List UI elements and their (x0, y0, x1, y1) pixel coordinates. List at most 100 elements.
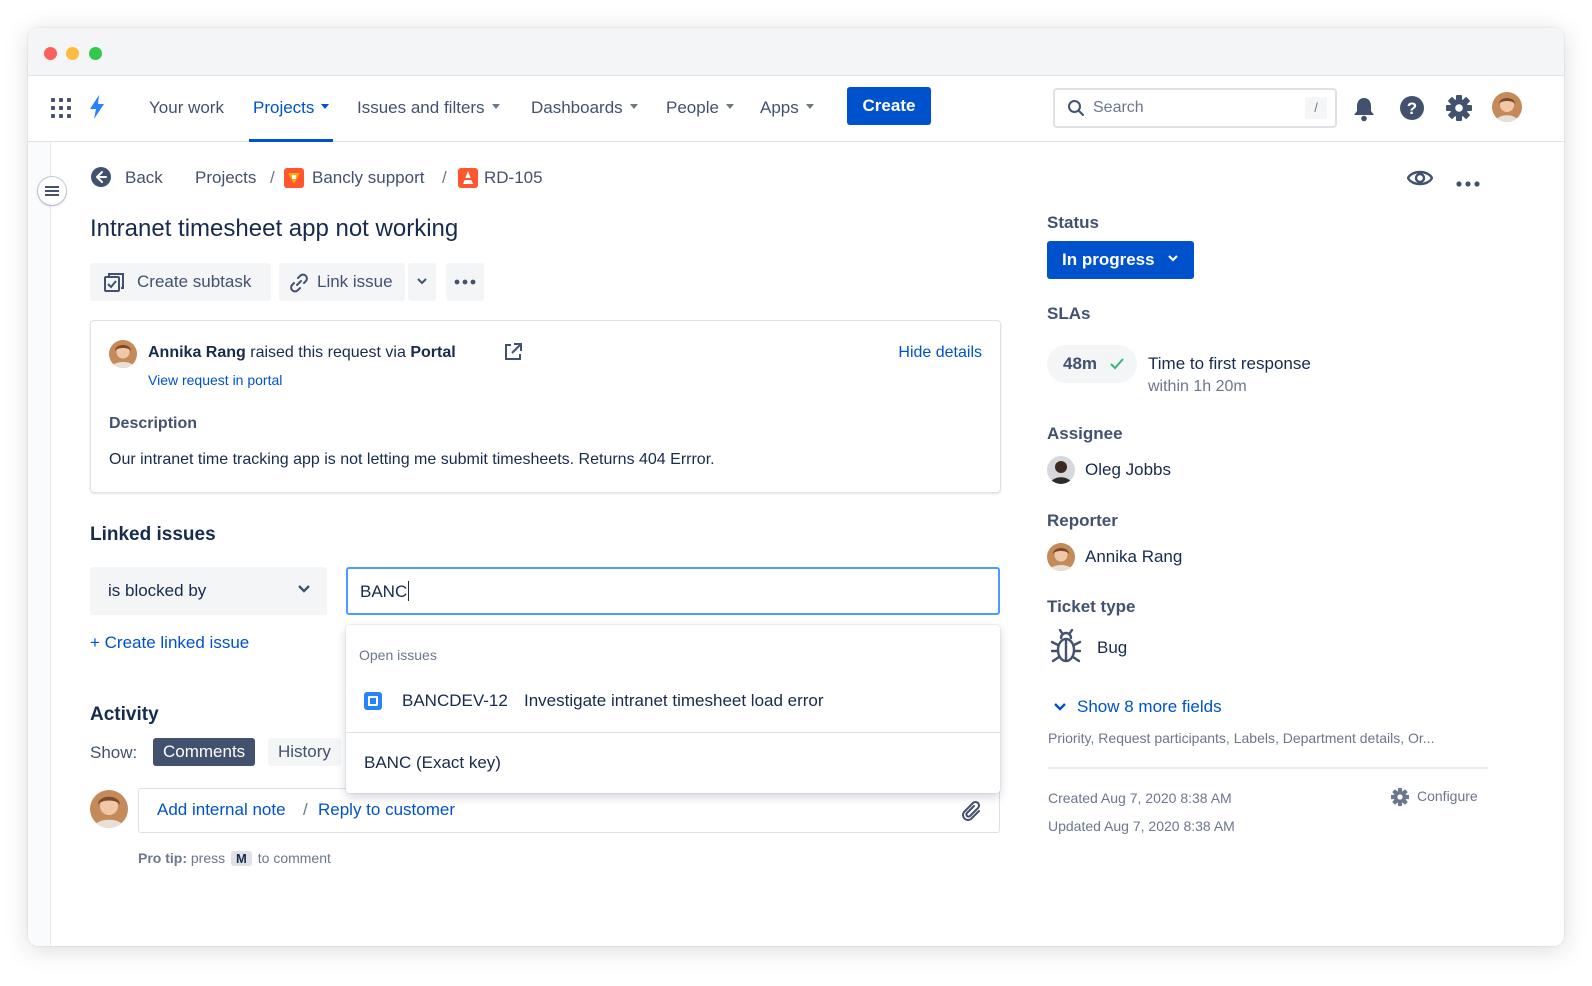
pro-tip: Pro tip: press M to comment (138, 850, 331, 866)
pro-tip-prefix: Pro tip: (138, 850, 187, 866)
comment-separator: / (303, 800, 308, 819)
reply-to-customer-link[interactable]: Reply to customer (318, 800, 455, 820)
requester-avatar (109, 340, 137, 368)
created-date: Created Aug 7, 2020 8:38 AM (1048, 790, 1232, 806)
chevron-down-icon (725, 104, 734, 110)
linked-issue-query: BANC (360, 582, 408, 601)
bell-icon[interactable] (1352, 96, 1376, 127)
linked-issue-suggestions: Open issues BANCDEV-12 Investigate intra… (346, 625, 1000, 793)
create-linked-issue-link[interactable]: + Create linked issue (90, 633, 249, 653)
link-type-value: is blocked by (108, 581, 207, 600)
task-icon (364, 692, 382, 710)
search-icon (1068, 100, 1084, 116)
nav-apps[interactable]: Apps (760, 76, 814, 142)
show-more-fields-link[interactable]: Show 8 more fields (1053, 697, 1222, 717)
updated-date: Updated Aug 7, 2020 8:38 AM (1048, 818, 1235, 834)
nav-dashboards[interactable]: Dashboards (531, 76, 638, 142)
tab-comments[interactable]: Comments (153, 738, 256, 766)
nav-people[interactable]: People (666, 76, 734, 142)
minimize-window-button[interactable] (66, 47, 79, 60)
reporter-label: Reporter (1047, 511, 1118, 530)
chevron-down-icon (417, 278, 427, 285)
project-avatar-icon (284, 168, 304, 193)
hide-details-link[interactable]: Hide details (898, 344, 982, 362)
status-value: In progress (1062, 250, 1155, 269)
help-icon[interactable]: ? (1399, 95, 1425, 126)
activity-show-label: Show: (90, 743, 138, 762)
more-fields-list: Priority, Request participants, Labels, … (1048, 730, 1435, 746)
nav-your-work[interactable]: Your work (149, 76, 224, 142)
description-heading: Description (109, 415, 198, 432)
exact-key-option[interactable]: BANC (Exact key) (364, 753, 501, 773)
configure-button[interactable]: Configure (1391, 788, 1478, 807)
tab-history[interactable]: History (268, 738, 341, 766)
assignee-label: Assignee (1047, 424, 1123, 443)
expand-sidebar-button[interactable] (38, 177, 66, 205)
sla-subtitle: within 1h 20m (1148, 378, 1247, 395)
view-request-in-portal-link[interactable]: View request in portal (148, 372, 282, 388)
suggestion-option[interactable]: BANCDEV-12 Investigate intranet timeshee… (346, 673, 1000, 733)
link-icon (290, 273, 308, 293)
status-dropdown[interactable]: In progress (1047, 241, 1194, 279)
reporter-name: Annika Rang (1085, 547, 1183, 566)
sidebar-rail (28, 142, 51, 946)
check-icon (1110, 358, 1124, 370)
request-details-card: Annika Rang raised this request via Port… (90, 320, 1001, 493)
sla-time: 48m (1063, 354, 1098, 373)
svg-text:?: ? (1407, 99, 1417, 118)
divider (1048, 767, 1488, 769)
breadcrumb-projects[interactable]: Projects (195, 168, 256, 188)
back-link[interactable]: Back (125, 168, 163, 188)
pro-tip-key: M (231, 851, 252, 866)
menu-icon (45, 186, 59, 196)
description-text[interactable]: Our intranet time tracking app is not le… (109, 451, 715, 469)
nav-projects[interactable]: Projects (249, 76, 334, 142)
eye-icon[interactable] (1406, 167, 1434, 194)
more-icon[interactable] (1456, 174, 1482, 192)
assignee-avatar (1047, 456, 1075, 484)
chevron-down-icon (298, 585, 310, 593)
chevron-down-icon (805, 104, 814, 110)
chevron-down-icon (491, 104, 500, 110)
back-arrow-icon[interactable] (90, 166, 112, 193)
search-shortcut-key: / (1305, 97, 1327, 119)
subtask-icon (104, 273, 124, 292)
top-navigation: Your work Projects Issues and filters Da… (28, 76, 1564, 142)
link-issue-button[interactable]: Link issue (279, 263, 405, 301)
link-issue-dropdown[interactable] (408, 263, 436, 301)
comment-editor[interactable]: Add internal note / Reply to customer (138, 788, 1000, 833)
linked-issue-search-input[interactable]: BANC (346, 567, 1000, 615)
link-type-select[interactable]: is blocked by (90, 567, 327, 615)
pro-tip-suffix: to comment (257, 850, 331, 866)
gear-icon[interactable] (1446, 95, 1472, 126)
add-internal-note-link[interactable]: Add internal note (157, 800, 286, 820)
create-subtask-button[interactable]: Create subtask (90, 263, 271, 301)
app-switcher-icon[interactable] (51, 98, 71, 118)
slas-label: SLAs (1047, 304, 1091, 323)
close-window-button[interactable] (44, 47, 57, 60)
external-link-icon[interactable] (503, 342, 523, 367)
request-channel: Portal (410, 344, 456, 361)
breadcrumb-issue-key[interactable]: RD-105 (484, 168, 543, 188)
more-actions-button[interactable] (446, 263, 484, 301)
profile-avatar[interactable] (1492, 92, 1522, 122)
search-input[interactable]: Search / (1053, 88, 1337, 128)
requester-name: Annika Rang (148, 344, 246, 361)
chevron-down-icon (1168, 255, 1178, 262)
ticket-type-value[interactable]: Bug (1097, 638, 1127, 658)
issue-title[interactable]: Intranet timesheet app not working (90, 215, 458, 243)
request-raised-line: Annika Rang raised this request via Port… (148, 344, 456, 362)
open-issues-group-label: Open issues (359, 647, 437, 663)
breadcrumb-project[interactable]: Bancly support (312, 168, 424, 188)
text-cursor (408, 580, 410, 601)
pro-tip-press: press (190, 850, 226, 866)
nav-issues-and-filters[interactable]: Issues and filters (357, 76, 500, 142)
show-more-fields-label: Show 8 more fields (1077, 697, 1222, 716)
create-button[interactable]: Create (847, 87, 931, 125)
maximize-window-button[interactable] (89, 47, 102, 60)
issue-type-icon (458, 168, 478, 193)
gear-icon (1391, 788, 1409, 807)
current-user-avatar (90, 790, 128, 828)
jira-logo-icon[interactable] (87, 94, 107, 125)
attachment-icon[interactable] (961, 800, 983, 824)
